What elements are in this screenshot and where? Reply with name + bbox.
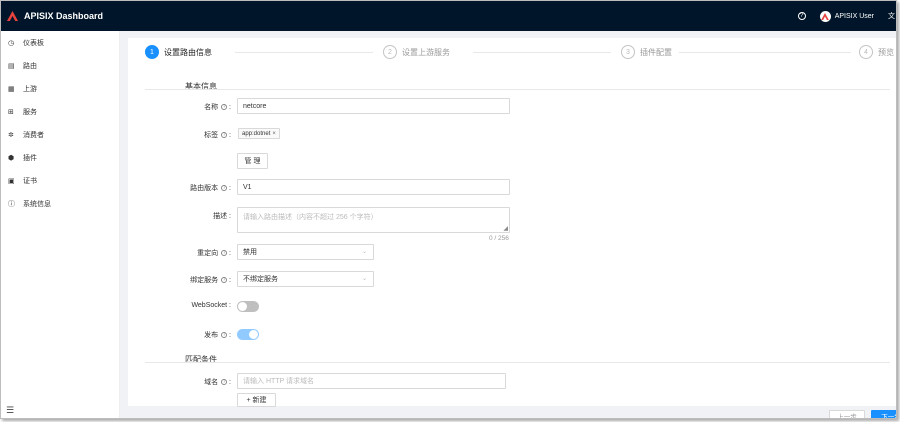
user-avatar-icon[interactable]: [819, 10, 831, 22]
labels-label: 标签 ? :: [204, 132, 231, 139]
label-tag: app:dotnet ×: [238, 128, 280, 139]
service-label: 绑定服务 ? :: [190, 277, 231, 284]
switch-knob: [238, 302, 247, 311]
description-label: 描述 :: [213, 213, 231, 220]
name-label: 名称 ? :: [204, 104, 231, 111]
question-circle-icon[interactable]: ?: [797, 12, 806, 20]
sidebar-item-label: 服务: [23, 108, 37, 116]
app-title: APISIX Dashboard: [24, 11, 104, 21]
sidebar-item-label: 证书: [23, 177, 37, 185]
sidebar-item-label: 路由: [23, 62, 37, 70]
chevron-down-icon: ⌄: [361, 276, 367, 282]
upstream-icon: ▦: [8, 85, 15, 93]
sidebar-item-dashboard[interactable]: ◷ 仪表板: [1, 31, 119, 54]
route-form-card: 1 设置路由信息 2 设置上游服务 3 插件配置 4 预览 基本信息 名称 ? …: [128, 38, 896, 407]
top-navbar: APISIX Dashboard ? APISIX User 文: [1, 1, 896, 31]
step-connector: [235, 52, 373, 53]
question-icon: ?: [221, 250, 228, 257]
app-window: APISIX Dashboard ? APISIX User 文 ◷ 仪表板 ▤…: [0, 0, 897, 419]
question-icon: ?: [221, 332, 228, 339]
redirect-select[interactable]: 禁用 ⌄: [237, 244, 374, 260]
description-textarea[interactable]: 请输入路由描述（内容不超过 256 个字符） ◢: [237, 207, 510, 233]
sidebar-item-consumers[interactable]: ✲ 消费者: [1, 123, 119, 146]
step-2: 2 设置上游服务: [383, 45, 450, 59]
question-icon: ?: [221, 132, 228, 139]
switch-knob: [249, 330, 258, 339]
websocket-switch[interactable]: [237, 301, 259, 312]
step-number: 2: [383, 45, 397, 59]
domain-label: 域名 ? :: [204, 379, 231, 386]
sidebar-item-services[interactable]: ⊞ 服务: [1, 100, 119, 123]
apisix-logo-icon: [6, 10, 18, 22]
step-1: 1 设置路由信息: [145, 45, 212, 59]
certificate-icon: ▣: [8, 177, 15, 185]
menu-fold-icon[interactable]: ☰: [6, 405, 14, 416]
question-icon: ?: [221, 185, 228, 192]
step-3: 3 插件配置: [621, 45, 672, 59]
user-name[interactable]: APISIX User: [835, 13, 874, 20]
description-placeholder: 请输入路由描述（内容不超过 256 个字符）: [243, 214, 378, 221]
chevron-down-icon: ⌄: [361, 249, 367, 255]
step-title: 设置上游服务: [402, 47, 450, 57]
sidebar-item-upstream[interactable]: ▦ 上游: [1, 77, 119, 100]
section-title-basic: 基本信息: [185, 82, 217, 91]
sidebar-item-label: 消费者: [23, 131, 44, 139]
sidebar-item-plugins[interactable]: ⬢ 插件: [1, 146, 119, 169]
publish-switch[interactable]: [237, 329, 259, 340]
sidebar-item-label: 仪表板: [23, 39, 44, 47]
steps-bar: 1 设置路由信息 2 设置上游服务 3 插件配置 4 预览: [145, 45, 896, 61]
add-domain-button[interactable]: + 新建: [237, 393, 276, 407]
prev-step-button[interactable]: 上一步: [829, 410, 865, 418]
step-title: 设置路由信息: [164, 47, 212, 57]
step-connector: [679, 52, 851, 53]
dashboard-icon: ◷: [8, 39, 15, 47]
publish-label: 发布 ? :: [204, 332, 231, 339]
sidebar-item-label: 插件: [23, 154, 37, 162]
close-icon[interactable]: ×: [272, 131, 276, 137]
service-value: 不绑定服务: [243, 276, 278, 283]
char-counter: 0 / 256: [489, 235, 509, 242]
step-title: 预览: [878, 47, 894, 57]
consumer-icon: ✲: [8, 131, 14, 139]
version-input[interactable]: V1: [237, 179, 510, 195]
version-label: 路由版本 ? :: [190, 185, 231, 192]
websocket-label: WebSocket :: [191, 302, 231, 309]
sidebar-item-certificates[interactable]: ▣ 证书: [1, 169, 119, 192]
divider: [145, 89, 890, 90]
sidebar: ◷ 仪表板 ▤ 路由 ▦ 上游 ⊞ 服务 ✲ 消费者 ⬢ 插件 ▣ 证书 ⓘ 系: [1, 31, 120, 418]
redirect-label: 重定向 ? :: [197, 250, 231, 257]
question-icon: ?: [221, 277, 228, 284]
route-icon: ▤: [8, 62, 15, 70]
service-icon: ⊞: [8, 108, 14, 116]
plugin-icon: ⬢: [8, 154, 15, 162]
service-select[interactable]: 不绑定服务 ⌄: [237, 271, 374, 287]
step-number: 4: [859, 45, 873, 59]
divider: [145, 362, 890, 363]
sidebar-item-system-info[interactable]: ⓘ 系统信息: [1, 192, 119, 215]
redirect-value: 禁用: [243, 249, 257, 256]
step-number: 1: [145, 45, 159, 59]
step-number: 3: [621, 45, 635, 59]
step-title: 插件配置: [640, 47, 672, 57]
sidebar-item-routes[interactable]: ▤ 路由: [1, 54, 119, 77]
tag-text: app:dotnet: [242, 130, 271, 137]
sidebar-item-label: 上游: [23, 85, 37, 93]
language-icon[interactable]: 文: [888, 11, 895, 21]
step-4: 4 预览: [859, 45, 894, 59]
sidebar-item-label: 系统信息: [23, 200, 51, 208]
name-input[interactable]: netcore: [237, 98, 510, 114]
info-icon: ⓘ: [8, 200, 15, 208]
question-icon: ?: [221, 379, 228, 386]
resize-handle-icon[interactable]: ◢: [503, 225, 508, 232]
header-actions: ? APISIX User 文: [797, 1, 896, 31]
next-step-button[interactable]: 下一步: [871, 410, 896, 418]
question-icon: ?: [221, 104, 228, 111]
domain-input[interactable]: 请输入 HTTP 请求域名: [237, 373, 506, 389]
section-title-match: 匹配条件: [185, 355, 217, 364]
step-connector: [473, 52, 611, 53]
manage-labels-button[interactable]: 管 理: [237, 153, 268, 169]
